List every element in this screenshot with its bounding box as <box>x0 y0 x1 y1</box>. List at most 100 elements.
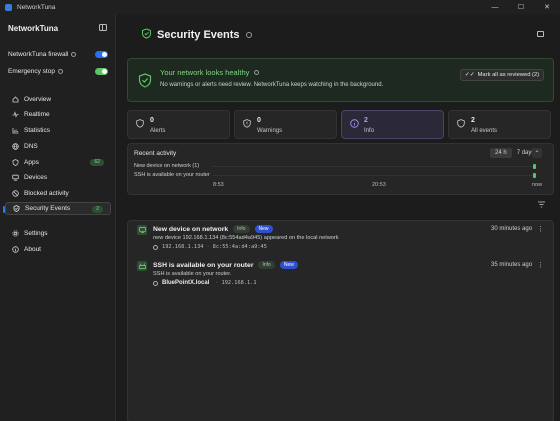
network-icon <box>153 244 158 250</box>
info-icon[interactable] <box>254 70 260 75</box>
emergency-stop-toggle-row: Emergency stop <box>8 66 108 76</box>
stat-alerts[interactable]: 0 Alerts <box>127 110 230 139</box>
severity-tag: Info <box>233 225 250 233</box>
separator: · <box>215 280 219 286</box>
info-icon[interactable] <box>71 51 77 57</box>
sidebar-item-label: Realtime <box>24 111 50 118</box>
export-icon[interactable] <box>537 31 544 37</box>
window-title: NetworkTuna <box>17 3 56 11</box>
stat-label: Warnings <box>257 128 283 134</box>
stat-all-events[interactable]: 2 All events <box>448 110 551 139</box>
stat-value: 0 <box>150 117 154 124</box>
banner-description: No warnings or alerts need review. Netwo… <box>160 82 384 88</box>
time-tick: 20:53 <box>372 182 386 188</box>
time-tick: 8:53 <box>213 182 224 188</box>
chevron-up-icon[interactable]: ⌃ <box>532 148 542 158</box>
sidebar-item-devices[interactable]: Devices <box>5 171 111 184</box>
chart-icon <box>12 127 19 134</box>
sidebar-item-dns[interactable]: DNS <box>5 140 111 153</box>
globe-icon <box>12 143 19 150</box>
sidebar-item-label: Overview <box>24 96 52 103</box>
sidebar-item-security-events[interactable]: Security Events 2 <box>3 202 111 215</box>
stat-warnings[interactable]: 0 Warnings <box>234 110 337 139</box>
sidebar: NetworkTuna NetworkTuna firewall Emergen… <box>0 14 116 421</box>
page-title: Security Events <box>141 28 252 42</box>
mark-all-reviewed-button[interactable]: ✓✓ Mark all as reviewed (2) <box>460 69 544 81</box>
sidebar-item-label: Apps <box>24 159 39 166</box>
event-meta: BluePointX.local · 192.168.1.1 <box>153 280 257 286</box>
apps-count-badge: 62 <box>90 158 104 166</box>
sidebar-item-settings[interactable]: Settings <box>5 227 111 240</box>
shield-warning-icon <box>243 119 251 130</box>
sidebar-item-label: DNS <box>24 143 38 150</box>
sidebar-item-apps[interactable]: Apps 62 <box>5 156 111 169</box>
sidebar-item-label: Devices <box>24 174 48 181</box>
event-title: SSH is available on your router Info New <box>153 261 298 269</box>
stat-label: Info <box>364 128 375 134</box>
stat-label: Alerts <box>150 128 166 134</box>
severity-tag: Info <box>258 261 275 269</box>
activity-marker[interactable] <box>532 163 536 169</box>
firewall-switch[interactable] <box>95 50 108 58</box>
filter-icon[interactable] <box>537 201 546 210</box>
network-icon <box>153 280 158 286</box>
event-ip: 192.168.1.134 <box>162 244 204 250</box>
shield-check-icon <box>13 205 20 212</box>
emergency-stop-label: Emergency stop <box>8 67 55 75</box>
sidebar-item-blocked-activity[interactable]: Blocked activity <box>5 187 111 200</box>
sidebar-collapse-icon[interactable] <box>99 24 107 31</box>
pulse-icon <box>12 111 19 118</box>
shield-check-icon <box>138 73 152 90</box>
app-logo-icon <box>5 3 12 11</box>
event-ip: 192.168.1.1 <box>221 280 257 286</box>
info-icon[interactable] <box>245 32 252 38</box>
event-time: 35 minutes ago <box>491 262 533 268</box>
more-options-icon[interactable]: ⋮ <box>537 261 544 269</box>
health-banner: Your network looks healthy No warnings o… <box>127 58 554 102</box>
gear-icon <box>12 230 19 237</box>
stat-value: 2 <box>471 117 475 124</box>
stat-value: 2 <box>364 117 368 124</box>
new-tag: New <box>254 225 273 233</box>
stat-info[interactable]: 2 Info <box>341 110 444 139</box>
event-time: 30 minutes ago <box>491 226 533 232</box>
event-description: SSH is available on your router. <box>153 271 232 277</box>
sidebar-item-label: About <box>24 246 41 253</box>
sidebar-item-label: Settings <box>24 230 48 237</box>
sidebar-item-overview[interactable]: Overview <box>5 93 111 106</box>
event-mac: 8c:55:4a:d4:a9:45 <box>212 244 267 250</box>
event-title-text: New device on network <box>153 225 229 233</box>
device-icon <box>137 225 147 235</box>
window-titlebar: NetworkTuna — ☐ ✕ <box>0 0 560 14</box>
sidebar-item-about[interactable]: About <box>5 243 111 256</box>
more-options-icon[interactable]: ⋮ <box>537 225 544 233</box>
info-icon <box>12 246 19 253</box>
event-description: new device 192.168.1.134 (8c:554ad4a945)… <box>153 235 339 241</box>
event-item[interactable]: New device on network Info New 30 minute… <box>128 225 553 255</box>
separator: · <box>206 244 210 250</box>
app-name: NetworkTuna <box>8 24 59 33</box>
blocked-icon <box>12 190 19 197</box>
events-list: New device on network Info New 30 minute… <box>127 220 554 421</box>
info-icon[interactable] <box>57 68 63 74</box>
stat-label: All events <box>471 128 498 134</box>
emergency-stop-switch[interactable] <box>95 67 108 75</box>
event-item[interactable]: SSH is available on your router Info New… <box>128 261 553 291</box>
mark-all-reviewed-label: Mark all as reviewed (2) <box>477 72 540 78</box>
main-content: Security Events Your network looks healt… <box>117 14 560 421</box>
shield-alert-icon <box>136 119 144 130</box>
sidebar-item-statistics[interactable]: Statistics <box>5 124 111 137</box>
close-button[interactable]: ✕ <box>534 0 560 14</box>
minimize-button[interactable]: — <box>482 0 508 14</box>
range-24h-button[interactable]: 24 h <box>490 148 512 158</box>
firewall-toggle-row: NetworkTuna firewall <box>8 49 108 59</box>
sidebar-item-realtime[interactable]: Realtime <box>5 108 111 121</box>
activity-row: New device on network (1) <box>134 162 544 170</box>
shield-icon <box>12 159 19 166</box>
activity-marker[interactable] <box>532 172 536 178</box>
sidebar-item-label: Statistics <box>24 127 51 134</box>
banner-title-text: Your network looks healthy <box>160 68 250 77</box>
sidebar-item-label: Blocked activity <box>24 190 69 197</box>
maximize-button[interactable]: ☐ <box>508 0 534 14</box>
activity-track <box>213 175 536 176</box>
